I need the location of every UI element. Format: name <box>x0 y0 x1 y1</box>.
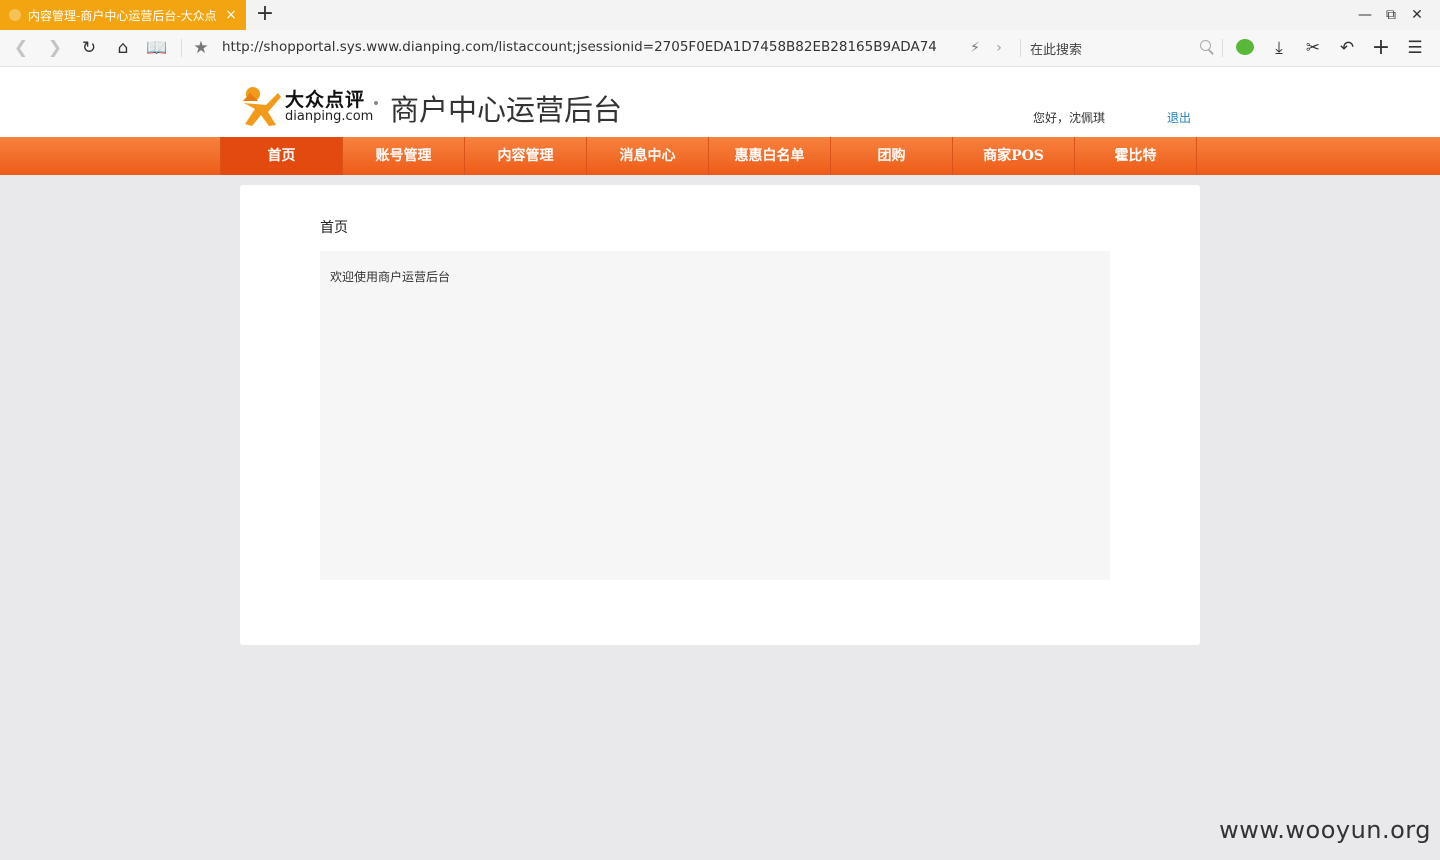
nav-item-message-center[interactable]: 消息中心 <box>587 137 709 175</box>
user-greeting: 您好，沈佩琪 <box>1033 111 1106 125</box>
menu-icon[interactable]: ☰ <box>1404 37 1426 59</box>
nav-item-merchant-pos[interactable]: 商家POS <box>953 137 1075 175</box>
page-title: 首页 <box>320 220 348 236</box>
toolbar-divider <box>1222 39 1223 57</box>
chevron-right-icon[interactable]: › <box>988 37 1010 59</box>
welcome-message: 欢迎使用商户运营后台 <box>330 270 451 284</box>
address-bar[interactable]: http://shopportal.sys.www.dianping.com/l… <box>222 39 937 55</box>
nav-item-hobbit[interactable]: 霍比特 <box>1075 137 1197 175</box>
tab-title: 内容管理-商户中心运营后台-大众点 <box>28 8 217 23</box>
main-nav-bar: 首页 账号管理 内容管理 消息中心 惠惠白名单 团购 商家POS 霍比特 <box>0 137 1440 175</box>
search-input[interactable]: 在此搜索 <box>1030 39 1082 58</box>
reading-icon[interactable]: 📖 <box>146 37 168 59</box>
toolbar-divider <box>1020 39 1021 57</box>
logo-text: 大众点评 <box>285 89 366 111</box>
download-icon[interactable]: ⤓ <box>1268 37 1290 59</box>
bookmark-star-icon[interactable]: ★ <box>190 37 212 59</box>
home-icon[interactable]: ⌂ <box>112 37 134 59</box>
search-icon[interactable] <box>1198 38 1216 56</box>
undo-icon[interactable]: ↶ <box>1336 37 1358 59</box>
main-nav: 首页 账号管理 内容管理 消息中心 惠惠白名单 团购 商家POS 霍比特 <box>220 137 1197 175</box>
minimize-icon[interactable]: — <box>1352 0 1378 30</box>
nav-item-account-management[interactable]: 账号管理 <box>343 137 465 175</box>
title-separator-dot <box>374 101 378 105</box>
speed-mode-icon[interactable]: ⚡ <box>964 37 986 59</box>
browser-tab-bar: 内容管理-商户中心运营后台-大众点 × + — ⧉ ✕ <box>0 0 1440 30</box>
logout-link[interactable]: 退出 <box>1167 109 1191 126</box>
welcome-box: 欢迎使用商户运营后台 <box>320 251 1110 580</box>
close-window-icon[interactable]: ✕ <box>1404 0 1430 30</box>
site-favicon-icon <box>8 8 22 22</box>
reload-icon[interactable]: ↻ <box>78 37 100 59</box>
nav-item-whitelist[interactable]: 惠惠白名单 <box>709 137 831 175</box>
tab-close-icon[interactable]: × <box>222 7 240 23</box>
browser-tab-active[interactable]: 内容管理-商户中心运营后台-大众点 × <box>0 0 246 30</box>
site-header: 大众点评 dianping.com 商户中心运营后台 您好，沈佩琪 退出 <box>0 67 1440 137</box>
nav-item-home[interactable]: 首页 <box>221 137 343 175</box>
wechat-icon[interactable] <box>1236 39 1254 55</box>
dianping-logo-icon[interactable] <box>240 85 282 127</box>
site-title: 商户中心运营后台 <box>390 93 623 127</box>
nav-item-group-buy[interactable]: 团购 <box>831 137 953 175</box>
nav-item-content-management[interactable]: 内容管理 <box>465 137 587 175</box>
restore-icon[interactable]: ⧉ <box>1378 0 1404 30</box>
toolbar-divider <box>181 39 182 57</box>
new-tab-button[interactable]: + <box>254 3 276 27</box>
forward-icon[interactable]: ❯ <box>44 37 66 59</box>
main-content-panel: 首页 欢迎使用商户运营后台 <box>240 185 1200 645</box>
screenshot-scissors-icon[interactable]: ✂ <box>1302 37 1324 59</box>
logo-domain: dianping.com <box>285 109 374 124</box>
watermark-text: www.wooyun.org <box>1219 816 1431 844</box>
browser-toolbar: ❮ ❯ ↻ ⌂ 📖 ★ http://shopportal.sys.www.di… <box>0 30 1440 67</box>
back-icon[interactable]: ❮ <box>10 37 32 59</box>
add-icon[interactable]: + <box>1370 37 1392 59</box>
